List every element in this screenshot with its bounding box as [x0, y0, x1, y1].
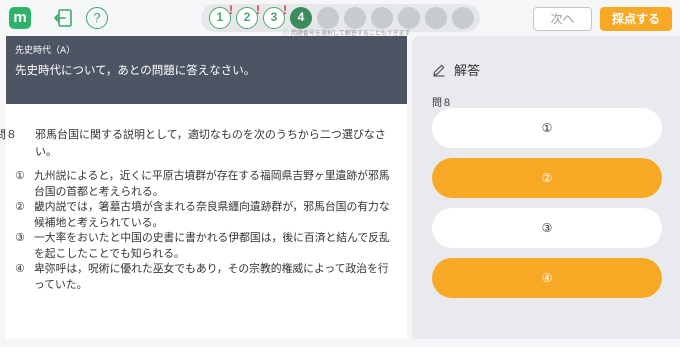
passage-header: 先史時代（A） 先史時代について，あとの問題に答えなさい。: [6, 36, 407, 104]
question-panel: 先史時代（A） 先史時代について，あとの問題に答えなさい。 問８ 邪馬台国に関する…: [0, 36, 407, 339]
passage-intro: 先史時代について，あとの問題に答えなさい。: [15, 63, 256, 77]
help-button[interactable]: ?: [86, 7, 108, 29]
choice-list: ① 九州説によると，近くに平原古墳群が存在する福岡県吉野ヶ里遺跡が邪馬台国の首都…: [15, 168, 397, 292]
question-nav-4[interactable]: 4: [290, 7, 312, 29]
question-nav-6[interactable]: [344, 7, 366, 29]
answer-heading: 解答: [432, 60, 480, 79]
passage-category: 先史時代（A）: [15, 46, 76, 56]
question-stem: 問８ 邪馬台国に関する説明として，適切なものを次のうちから二つ選びなさい。: [0, 126, 395, 160]
answer-option-1[interactable]: ①: [432, 108, 662, 148]
answer-option-3[interactable]: ③: [432, 208, 662, 248]
question-nav-5[interactable]: [317, 7, 339, 29]
top-bar: m ? 1 ! 2 ! 3 ! 4 ⓘ 問題番号を選択して解答することもできます…: [0, 0, 680, 37]
choice-item: ③ 一大率をおいたと中国の史書に書かれる伊都国は，後に百済と結んで反乱を起こした…: [15, 231, 390, 260]
choice-item: ④ 卑弥呼は，呪術に優れた巫女でもあり，その宗教的権威によって政治を行っていた。: [15, 262, 389, 291]
next-button[interactable]: 次へ: [533, 7, 592, 31]
choice-item: ② 畿内説では，箸墓古墳が含まれる奈良県纒向遺跡群が，邪馬台国の有力な候補地と考…: [15, 200, 390, 229]
pencil-icon: [433, 64, 445, 77]
exit-icon[interactable]: [53, 8, 73, 28]
choice-item: ① 九州説によると，近くに平原古墳群が存在する福岡県吉野ヶ里遺跡が邪馬台国の首都…: [15, 169, 390, 198]
question-text: 邪馬台国に関する説明として，適切なものを次のうちから二つ選びなさい。: [35, 128, 386, 158]
question-nav-9[interactable]: [425, 7, 447, 29]
unanswered-flag: !: [256, 3, 260, 17]
question-nav-10[interactable]: [452, 7, 474, 29]
unanswered-flag: !: [229, 3, 233, 17]
answer-question-label: 問８: [432, 98, 452, 109]
answer-option-2[interactable]: ②: [432, 158, 662, 198]
unanswered-flag: !: [283, 3, 287, 17]
question-nav-1[interactable]: 1 !: [209, 3, 233, 29]
question-nav-7[interactable]: [371, 7, 393, 29]
question-nav-2[interactable]: 2 !: [236, 3, 260, 29]
question-nav-3[interactable]: 3 !: [263, 3, 287, 29]
app-logo: m: [9, 7, 31, 29]
question-nav-8[interactable]: [398, 7, 420, 29]
question-number: 問８: [0, 128, 17, 141]
score-button[interactable]: 採点する: [600, 7, 672, 31]
answer-panel: 解答 問８ ① ② ③ ④: [412, 36, 680, 339]
answer-option-4[interactable]: ④: [432, 258, 662, 298]
